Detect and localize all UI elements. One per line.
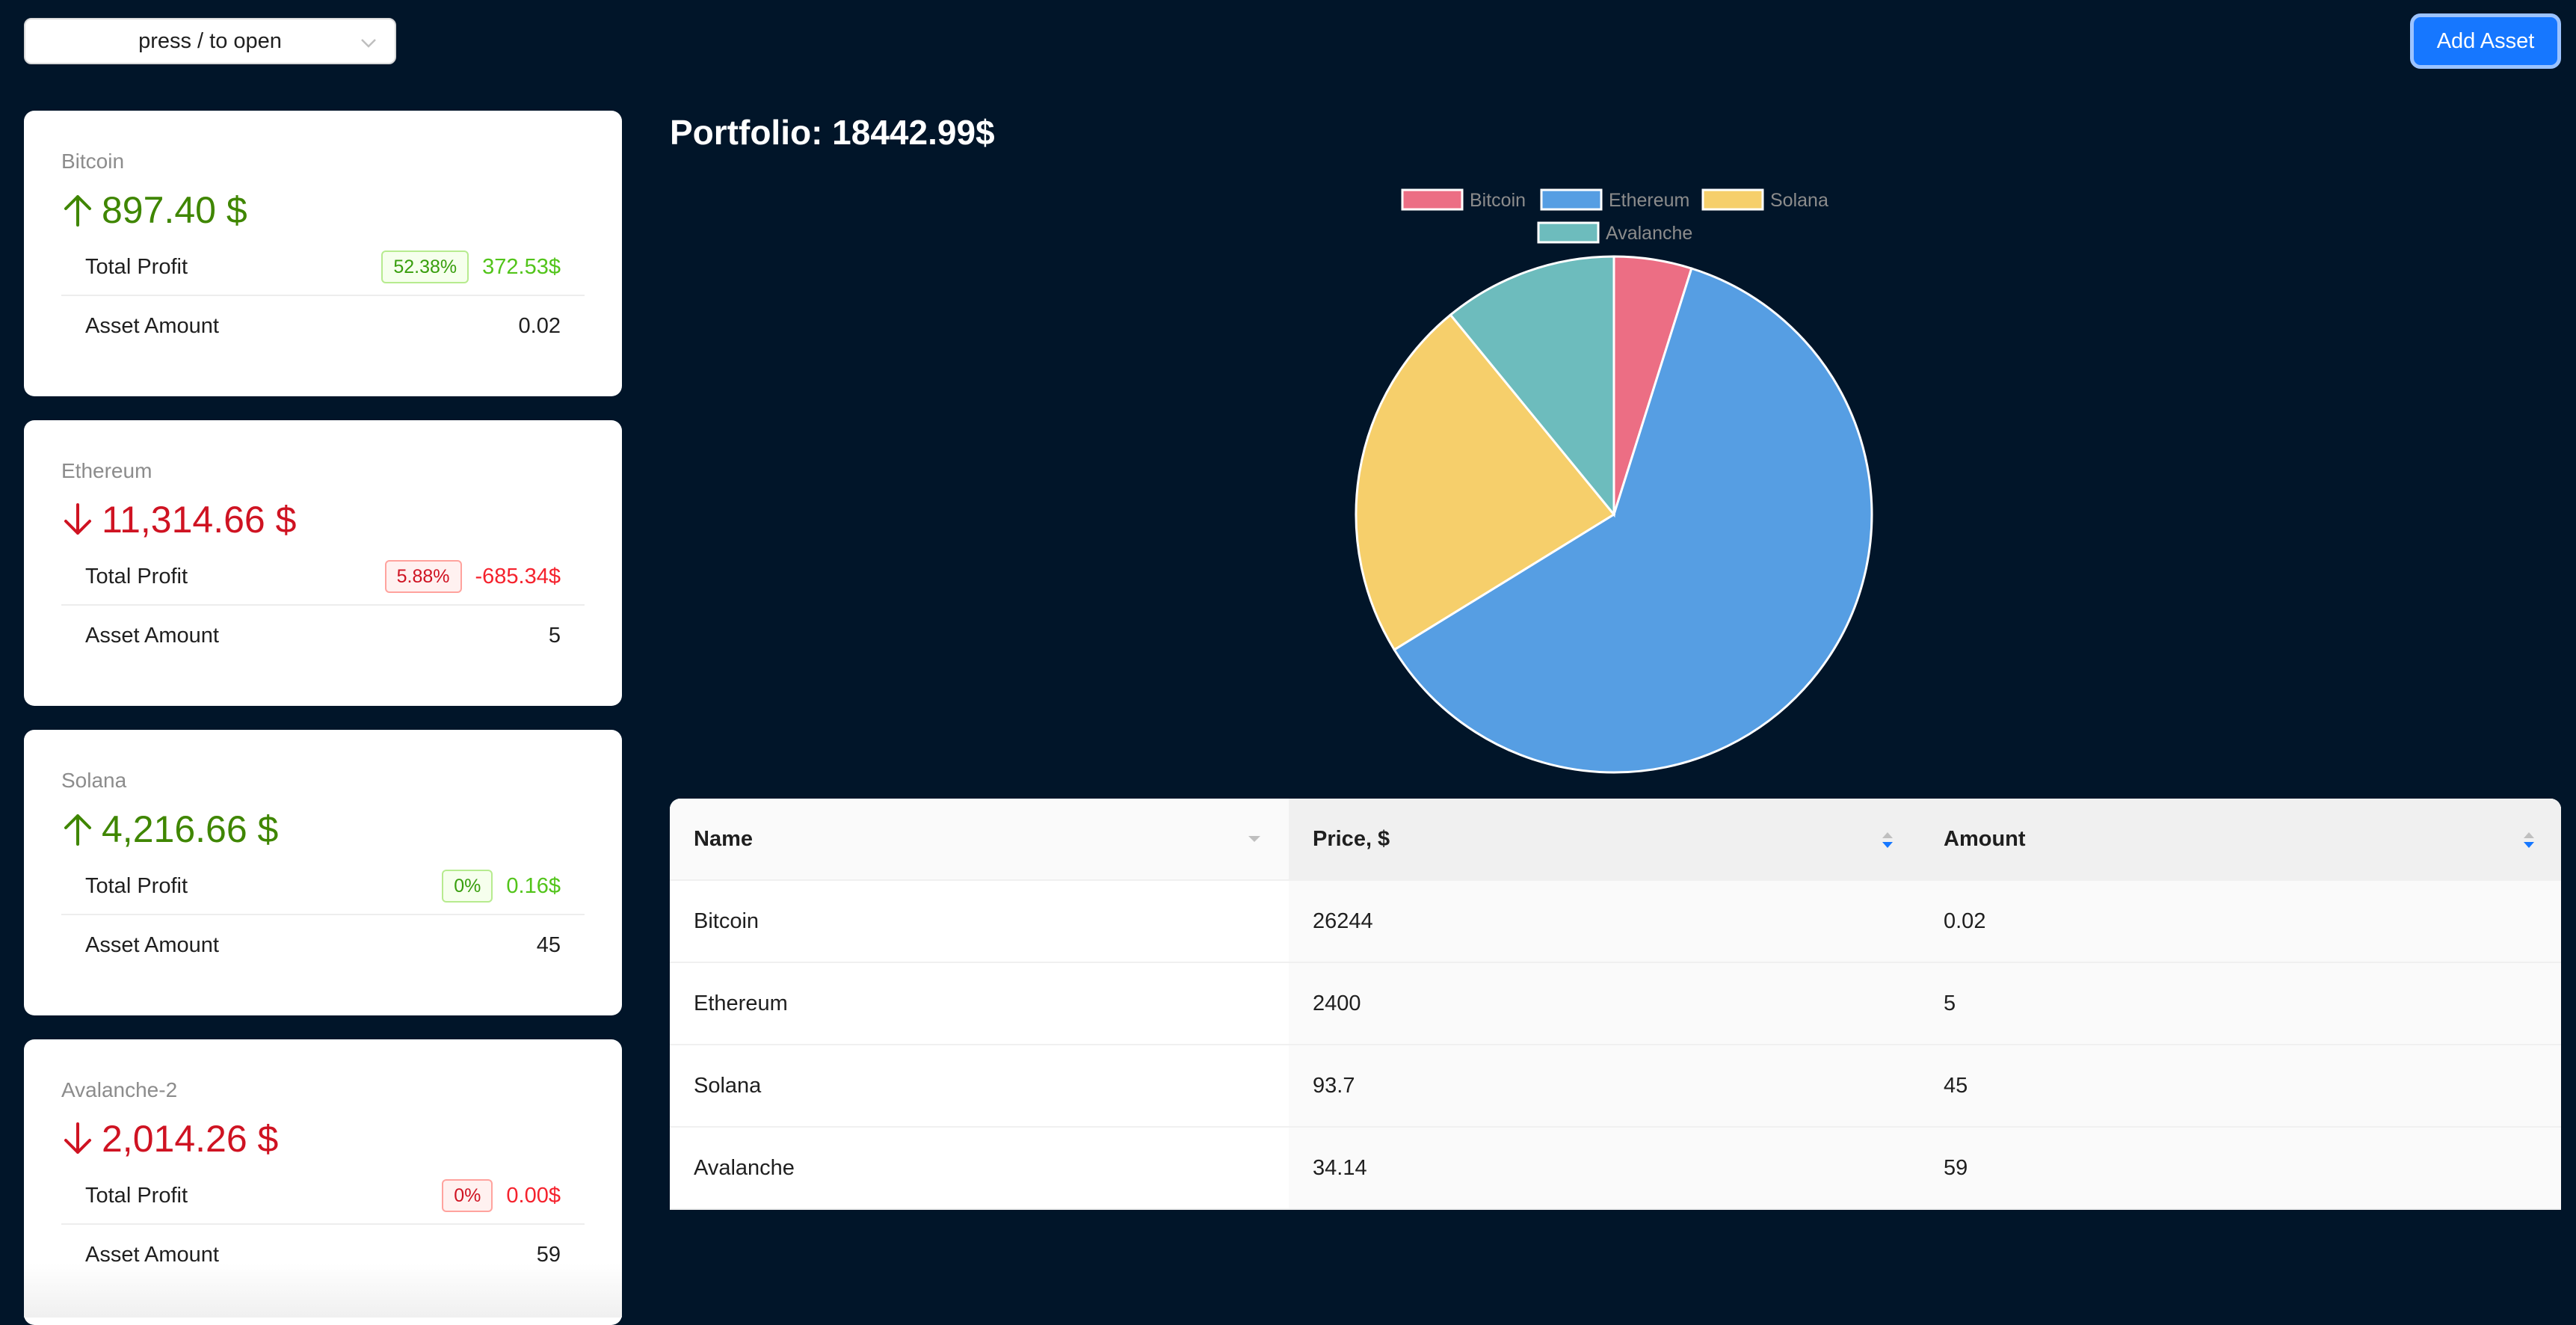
total-profit-row: Total Profit 5.88% -685.34$ bbox=[61, 549, 585, 606]
profit-percent-tag: 0% bbox=[442, 870, 493, 903]
asset-value-text: 897.40 $ bbox=[102, 189, 247, 231]
cell-amount: 45 bbox=[1920, 1045, 2561, 1126]
search-placeholder: press / to open bbox=[138, 28, 282, 53]
total-profit-row: Total Profit 0% 0.00$ bbox=[61, 1168, 585, 1225]
asset-name: Avalanche-2 bbox=[61, 1078, 178, 1101]
cell-name: Solana bbox=[694, 1073, 762, 1098]
arrow-up-icon bbox=[64, 195, 91, 227]
asset-amount-row: Asset Amount 5 bbox=[61, 607, 585, 664]
legend-swatch bbox=[1537, 221, 1600, 244]
legend-swatch bbox=[1540, 188, 1603, 211]
cell-name: Bitcoin bbox=[694, 909, 759, 933]
asset-amount-label: Asset Amount bbox=[85, 932, 219, 957]
asset-name: Ethereum bbox=[61, 459, 152, 482]
asset-name: Bitcoin bbox=[61, 150, 125, 173]
total-profit-label: Total Profit bbox=[85, 1183, 188, 1208]
portfolio-pie-chart: Bitcoin Ethereum Solana Avalanche bbox=[1355, 188, 1873, 774]
add-asset-button[interactable]: Add Asset bbox=[2410, 13, 2561, 69]
asset-amount-label: Asset Amount bbox=[85, 313, 219, 338]
asset-value-text: 2,014.26 $ bbox=[102, 1118, 279, 1160]
cell-amount: 59 bbox=[1920, 1128, 2561, 1208]
legend-item[interactable]: Ethereum bbox=[1540, 188, 1689, 211]
column-header-price[interactable]: Price, $ bbox=[1289, 799, 1920, 879]
profit-value: 0.00$ bbox=[506, 1183, 561, 1208]
legend-item[interactable]: Avalanche bbox=[1537, 221, 1692, 244]
asset-card[interactable]: Ethereum 11,314.66 $ Total Profit 5.88% -685… bbox=[24, 420, 622, 706]
legend-label: Avalanche bbox=[1606, 223, 1692, 244]
asset-amount-value: 45 bbox=[536, 932, 561, 957]
legend-label: Bitcoin bbox=[1470, 190, 1526, 211]
total-profit-row: Total Profit 0% 0.16$ bbox=[61, 858, 585, 915]
asset-value-text: 4,216.66 $ bbox=[102, 808, 279, 850]
column-header-label: Price, $ bbox=[1313, 826, 1390, 851]
cell-price: 34.14 bbox=[1289, 1128, 1920, 1208]
total-profit-row: Total Profit 52.38% 372.53$ bbox=[61, 239, 585, 296]
asset-amount-row: Asset Amount 59 bbox=[61, 1226, 585, 1283]
arrow-down-icon bbox=[64, 1122, 91, 1154]
profit-percent-tag: 52.38% bbox=[381, 250, 469, 283]
asset-value: 897.40 $ bbox=[61, 188, 247, 232]
asset-value: 2,014.26 $ bbox=[61, 1117, 278, 1160]
asset-amount-row: Asset Amount 0.02 bbox=[61, 298, 585, 354]
table-row[interactable]: Ethereum 2400 5 bbox=[670, 963, 2561, 1045]
asset-card[interactable]: Avalanche-2 2,014.26 $ Total Profit 0% 0.00$… bbox=[24, 1039, 622, 1325]
portfolio-title: Portfolio: 18442.99$ bbox=[670, 113, 995, 152]
column-header-label: Name bbox=[694, 826, 753, 851]
filter-caret-icon[interactable] bbox=[1247, 831, 1262, 846]
profit-value: -685.34$ bbox=[475, 564, 561, 588]
cell-price: 2400 bbox=[1289, 963, 1920, 1044]
legend-label: Solana bbox=[1770, 190, 1828, 211]
profit-value: 0.16$ bbox=[506, 873, 561, 898]
table-row[interactable]: Solana 93.7 45 bbox=[670, 1045, 2561, 1128]
column-header-amount[interactable]: Amount bbox=[1920, 799, 2561, 879]
asset-value-text: 11,314.66 $ bbox=[102, 499, 297, 541]
sort-icon[interactable] bbox=[2521, 828, 2537, 852]
asset-card[interactable]: Solana 4,216.66 $ Total Profit 0% 0.16$ Asset… bbox=[24, 730, 622, 1015]
asset-amount-row: Asset Amount 45 bbox=[61, 917, 585, 974]
legend-item[interactable]: Solana bbox=[1701, 188, 1828, 211]
asset-value: 11,314.66 $ bbox=[61, 498, 296, 541]
total-profit-label: Total Profit bbox=[85, 254, 188, 279]
arrow-up-icon bbox=[64, 814, 91, 846]
assets-table: Name Price, $ Amount Bitcoin 26244 0.02 Eth… bbox=[670, 799, 2561, 1210]
table-row[interactable]: Bitcoin 26244 0.02 bbox=[670, 881, 2561, 963]
asset-amount-value: 59 bbox=[536, 1242, 561, 1267]
cell-price: 26244 bbox=[1289, 881, 1920, 962]
asset-amount-value: 5 bbox=[548, 623, 561, 648]
column-header-name[interactable]: Name bbox=[670, 799, 1289, 879]
legend-item[interactable]: Bitcoin bbox=[1401, 188, 1526, 211]
asset-amount-label: Asset Amount bbox=[85, 1242, 219, 1267]
chevron-down-icon bbox=[361, 39, 376, 48]
asset-search-select[interactable]: press / to open bbox=[24, 18, 396, 64]
arrow-down-icon bbox=[64, 503, 91, 535]
asset-amount-value: 0.02 bbox=[518, 313, 561, 338]
sort-icon[interactable] bbox=[1879, 828, 1896, 852]
total-profit-label: Total Profit bbox=[85, 873, 188, 898]
profit-percent-tag: 5.88% bbox=[384, 560, 462, 593]
asset-name: Solana bbox=[61, 769, 127, 792]
profit-percent-tag: 0% bbox=[442, 1179, 493, 1212]
cell-amount: 5 bbox=[1920, 963, 2561, 1044]
total-profit-label: Total Profit bbox=[85, 564, 188, 588]
legend-swatch bbox=[1701, 188, 1764, 211]
table-row[interactable]: Avalanche 34.14 59 bbox=[670, 1128, 2561, 1210]
column-header-label: Amount bbox=[1944, 826, 2026, 851]
table-header: Name Price, $ Amount bbox=[670, 799, 2561, 881]
legend-swatch bbox=[1401, 188, 1464, 211]
cell-name: Ethereum bbox=[694, 991, 788, 1015]
legend-label: Ethereum bbox=[1609, 190, 1689, 211]
cell-amount: 0.02 bbox=[1920, 881, 2561, 962]
asset-card[interactable]: Bitcoin 897.40 $ Total Profit 52.38% 372.53$… bbox=[24, 111, 622, 396]
profit-value: 372.53$ bbox=[482, 254, 561, 279]
cell-price: 93.7 bbox=[1289, 1045, 1920, 1126]
cell-name: Avalanche bbox=[694, 1155, 795, 1180]
asset-amount-label: Asset Amount bbox=[85, 623, 219, 648]
asset-value: 4,216.66 $ bbox=[61, 808, 278, 851]
